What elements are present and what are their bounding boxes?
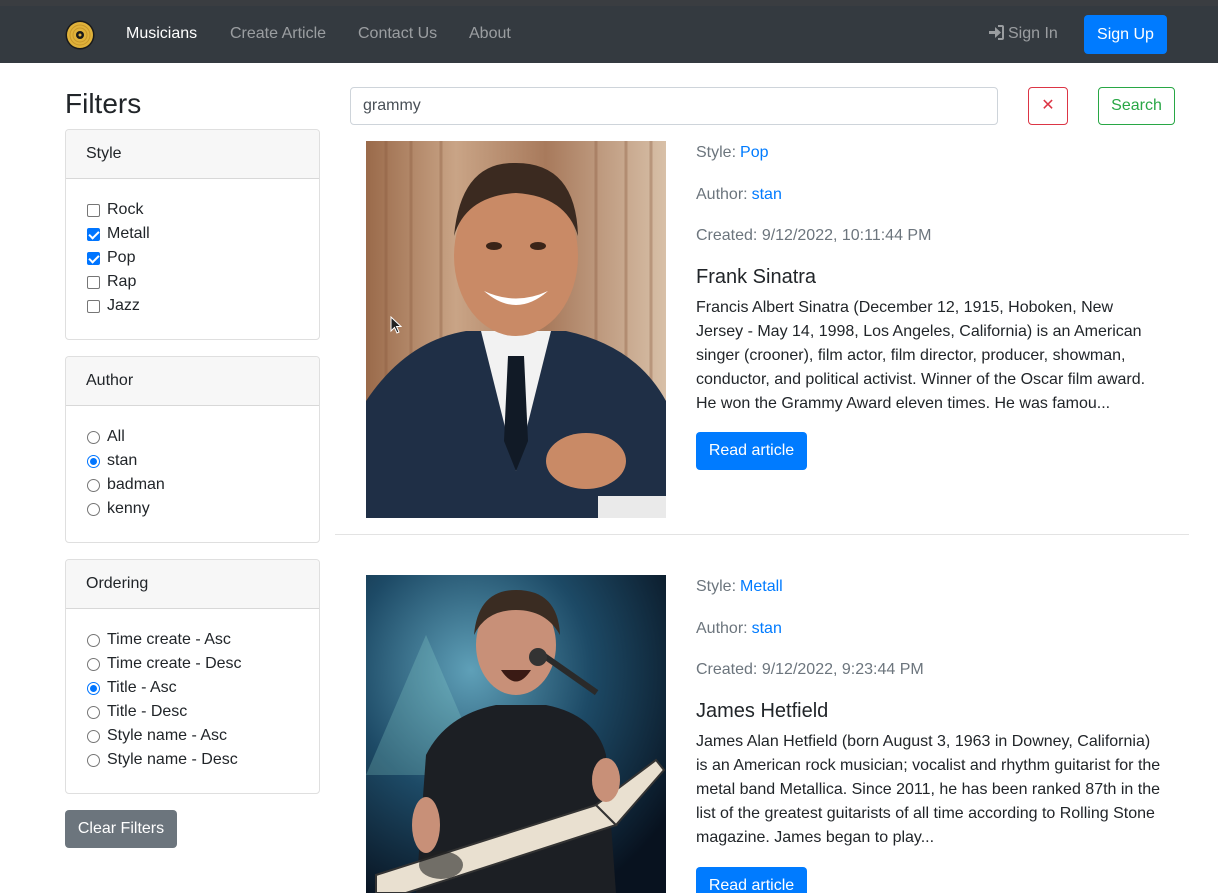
author-option-label: stan <box>107 452 138 469</box>
article-photo-james-hetfield <box>366 575 666 893</box>
article-created: Created: 9/12/2022, 9:23:44 PM <box>696 661 924 678</box>
article-style: Style: Metall <box>696 577 783 597</box>
sign-in-link[interactable]: Sign In <box>988 25 1058 43</box>
search-button[interactable]: Search <box>1098 87 1175 125</box>
filters-title: Filters <box>65 88 142 119</box>
article-style-link[interactable]: Metall <box>740 578 783 595</box>
style-checkbox-rap[interactable] <box>87 275 100 289</box>
author-label: Author: <box>696 620 748 637</box>
article-title: Frank Sinatra <box>696 266 817 288</box>
ordering-radio[interactable] <box>87 681 100 695</box>
style-option-pop[interactable]: Pop <box>86 246 299 270</box>
article-author-link[interactable]: stan <box>752 620 782 637</box>
author-option-badman[interactable]: badman <box>86 473 299 497</box>
clear-search-button[interactable]: ✕ <box>1028 87 1068 125</box>
author-label: Author: <box>696 186 748 203</box>
ordering-option-title-asc[interactable]: Title - Asc <box>86 676 299 700</box>
navbar: Musicians Create Article Contact Us Abou… <box>0 6 1218 63</box>
style-option-label: Metall <box>107 225 150 242</box>
ordering-filter-header: Ordering <box>66 560 319 609</box>
vinyl-record-icon[interactable] <box>65 20 95 50</box>
ordering-option-time-asc[interactable]: Time create - Asc <box>86 628 299 652</box>
style-option-metall[interactable]: Metall <box>86 222 299 246</box>
author-option-kenny[interactable]: kenny <box>86 497 299 521</box>
ordering-radio[interactable] <box>87 633 100 647</box>
ordering-option-label: Style name - Asc <box>107 727 228 744</box>
author-radio-all[interactable] <box>87 430 100 444</box>
mouse-pointer <box>390 316 402 334</box>
article-title: James Hetfield <box>696 700 829 722</box>
author-option-all[interactable]: All <box>86 425 299 449</box>
ordering-option-style-asc[interactable]: Style name - Asc <box>86 724 299 748</box>
nav-about[interactable]: About <box>469 25 511 43</box>
ordering-option-style-desc[interactable]: Style name - Desc <box>86 748 299 772</box>
ordering-option-label: Style name - Desc <box>107 751 238 768</box>
style-label: Style: <box>696 578 737 595</box>
style-filter-card: Style Rock Metall Pop Rap Jazz <box>65 129 320 340</box>
article-created: Created: 9/12/2022, 10:11:44 PM <box>696 227 932 244</box>
ordering-option-label: Time create - Asc <box>107 631 231 648</box>
style-label: Style: <box>696 144 737 161</box>
style-option-label: Rap <box>107 273 137 290</box>
nav-contact-us[interactable]: Contact Us <box>358 25 437 43</box>
author-radio-stan[interactable] <box>87 454 100 468</box>
sign-in-label: Sign In <box>1008 25 1058 42</box>
article-style-link[interactable]: Pop <box>740 144 768 161</box>
style-option-label: Pop <box>107 249 136 266</box>
author-option-label: kenny <box>107 500 150 517</box>
read-article-button[interactable]: Read article <box>696 867 807 893</box>
author-filter-card: Author All stan badman kenny <box>65 356 320 543</box>
sign-in-icon <box>989 25 1004 40</box>
ordering-option-label: Time create - Desc <box>107 655 242 672</box>
article-author: Author: stan <box>696 619 782 639</box>
ordering-radio[interactable] <box>87 753 100 767</box>
search-input[interactable] <box>350 87 998 125</box>
ordering-option-time-desc[interactable]: Time create - Desc <box>86 652 299 676</box>
style-checkbox-pop[interactable] <box>87 251 100 265</box>
ordering-option-label: Title - Asc <box>107 679 177 696</box>
style-checkbox-rock[interactable] <box>87 203 100 217</box>
style-option-label: Rock <box>107 201 144 218</box>
nav-create-article[interactable]: Create Article <box>230 25 326 43</box>
style-option-jazz[interactable]: Jazz <box>86 294 299 318</box>
clear-filters-button[interactable]: Clear Filters <box>65 810 177 848</box>
ordering-radio[interactable] <box>87 657 100 671</box>
style-checkbox-metall[interactable] <box>87 227 100 241</box>
article-excerpt: Francis Albert Sinatra (December 12, 191… <box>696 299 1146 412</box>
author-option-label: badman <box>107 476 165 493</box>
article-author-link[interactable]: stan <box>752 186 782 203</box>
author-radio-badman[interactable] <box>87 478 100 492</box>
nav-musicians[interactable]: Musicians <box>126 25 197 43</box>
author-option-label: All <box>107 428 125 445</box>
ordering-filter-card: Ordering Time create - Asc Time create -… <box>65 559 320 794</box>
author-radio-kenny[interactable] <box>87 502 100 516</box>
article-excerpt: James Alan Hetfield (born August 3, 1963… <box>696 733 1161 846</box>
author-filter-header: Author <box>66 357 319 406</box>
ordering-option-title-desc[interactable]: Title - Desc <box>86 700 299 724</box>
author-option-stan[interactable]: stan <box>86 449 299 473</box>
ordering-option-label: Title - Desc <box>107 703 188 720</box>
style-filter-header: Style <box>66 130 319 179</box>
article-author: Author: stan <box>696 185 782 205</box>
article-photo-frank-sinatra <box>366 141 666 518</box>
article-style: Style: Pop <box>696 143 768 163</box>
ordering-radio[interactable] <box>87 729 100 743</box>
sign-up-button[interactable]: Sign Up <box>1084 15 1167 54</box>
style-option-rock[interactable]: Rock <box>86 198 299 222</box>
style-checkbox-jazz[interactable] <box>87 299 100 313</box>
read-article-button[interactable]: Read article <box>696 432 807 470</box>
ordering-radio[interactable] <box>87 705 100 719</box>
article-divider <box>335 534 1189 535</box>
style-option-label: Jazz <box>107 297 140 314</box>
style-option-rap[interactable]: Rap <box>86 270 299 294</box>
